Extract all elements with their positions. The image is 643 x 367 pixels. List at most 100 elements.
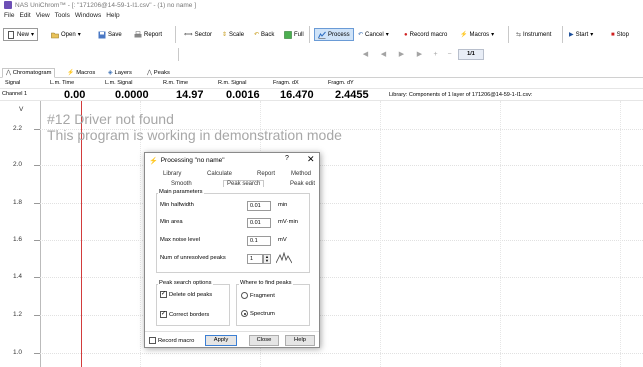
save-label: Save [108, 31, 122, 38]
tab-peak-search[interactable]: Peak search [223, 180, 265, 187]
correct-borders-checkbox[interactable]: ✓ Correct borders [160, 311, 209, 318]
max-noise-input[interactable]: 0.1 [247, 236, 271, 246]
unresolved-peaks-stepper[interactable]: ▲ ▼ [263, 254, 271, 264]
demo-mode-warning: This program is working in demonstration… [47, 127, 342, 143]
printer-icon [134, 30, 142, 37]
menu-edit[interactable]: Edit [19, 12, 30, 19]
tab-chromatogram[interactable]: ⋀ Chromatogram [2, 68, 56, 78]
tab-peak-edit[interactable]: Peak edit [290, 181, 315, 187]
y-tick-mark [34, 353, 40, 354]
y-tick-label: 2.2 [13, 125, 23, 132]
record-macro-checkbox[interactable]: Record macro [149, 337, 194, 344]
chromatogram-plot[interactable]: V 2.2 2.0 1.8 1.6 1.4 1.2 1.0 #12 Driver… [0, 101, 643, 367]
macros-tab-icon: ⚡ [67, 70, 75, 76]
radio-on-icon [241, 310, 248, 317]
close-button[interactable]: Close [249, 335, 279, 346]
full-button[interactable]: Full [280, 28, 308, 41]
tab-smooth[interactable]: Smooth [171, 181, 192, 187]
full-view-icon [284, 30, 292, 39]
spectrum-radio[interactable]: Spectrum [241, 310, 275, 317]
tab-layers[interactable]: ◈ Layers [105, 68, 135, 78]
next-page-icon[interactable]: ▶ [396, 49, 407, 59]
last-page-icon[interactable]: ▶ [414, 49, 425, 59]
cancel-label: Cancel [365, 31, 384, 38]
checkbox-empty-icon [149, 337, 156, 344]
fragm-dy-value: 2.4455 [335, 89, 369, 101]
tab-strip: ⋀ Chromatogram ⚡ Macros ◈ Layers ⋀ Peaks [0, 67, 643, 78]
fragment-radio[interactable]: Fragment [241, 292, 275, 299]
new-button[interactable]: New ▾ [3, 28, 39, 41]
rm-signal-value: 0.0016 [226, 89, 260, 101]
unresolved-peaks-input[interactable]: 1 [247, 254, 263, 264]
prev-page-icon[interactable]: ◀ [378, 49, 389, 59]
tab-macros-label: Macros [76, 70, 96, 76]
tab-library[interactable]: Library [163, 171, 181, 177]
where-to-find-group [236, 284, 310, 326]
grid-line [620, 101, 621, 367]
instrument-button[interactable]: ⇆ Instrument [512, 28, 555, 41]
report-label: Report [144, 31, 163, 38]
y-tick-label: 2.0 [13, 161, 23, 168]
min-area-input[interactable]: 0.01 [247, 218, 271, 228]
tab-macros[interactable]: ⚡ Macros [64, 68, 98, 78]
report-button[interactable]: Report [130, 28, 166, 41]
remove-page-icon[interactable]: − [444, 49, 455, 59]
toolbar-separator [508, 26, 509, 43]
tab-method[interactable]: Method [291, 171, 311, 177]
add-page-icon[interactable]: + [430, 49, 441, 59]
min-area-label: Min area [160, 219, 183, 225]
unresolved-peaks-icon [276, 252, 292, 264]
grid-line [40, 165, 643, 166]
start-button[interactable]: ▶ Start ▾ [565, 28, 597, 41]
toolbar: New ▾ Open ▾ Save Report ⟺ Sector ⇕ Scal… [0, 21, 643, 48]
menu-help[interactable]: Help [106, 12, 119, 19]
menu-view[interactable]: View [36, 12, 50, 19]
y-tick-label: 1.2 [13, 311, 23, 318]
cancel-button[interactable]: ↶ Cancel ▾ [354, 28, 393, 41]
title-bar: NAS UniChrom™ - [: "171206@14-59-1-I1.cs… [0, 0, 643, 10]
menu-windows[interactable]: Windows [75, 12, 101, 19]
save-button[interactable]: Save [94, 28, 126, 41]
process-button[interactable]: Process [314, 28, 354, 41]
navigation-row: ◀ ◀ ▶ ▶ + − 1/1 [178, 48, 643, 61]
delete-old-peaks-checkbox[interactable]: ✓ Delete old peaks [160, 291, 212, 298]
tab-peaks[interactable]: ⋀ Peaks [144, 68, 173, 78]
stop-button[interactable]: ■ Stop [607, 28, 633, 41]
dialog-close-button[interactable]: ✕ [307, 154, 315, 165]
scale-button[interactable]: ⇕ Scale [218, 28, 248, 41]
scale-icon: ⇕ [222, 32, 228, 38]
y-axis-line [40, 101, 41, 367]
min-halfwidth-unit: min [278, 202, 288, 208]
header-rm-signal: R.m. Signal [218, 80, 247, 86]
tab-calculate[interactable]: Calculate [207, 171, 232, 177]
scale-label: Scale [229, 31, 245, 38]
menu-tools[interactable]: Tools [55, 12, 70, 19]
dialog-help-button[interactable]: ? [285, 155, 289, 162]
open-button[interactable]: Open ▾ [47, 28, 85, 41]
tab-report[interactable]: Report [257, 171, 275, 177]
checkmark-icon: ✓ [160, 311, 167, 318]
record-macro-button[interactable]: ● Record macro [400, 28, 451, 41]
lm-signal-value: 0.0000 [115, 89, 149, 101]
help-button[interactable]: Help [285, 335, 315, 346]
first-page-icon[interactable]: ◀ [360, 49, 371, 59]
fragm-dx-value: 16.470 [280, 89, 314, 101]
macros-button[interactable]: ⚡ Macros ▾ [456, 28, 498, 41]
macros-dropdown-icon: ▾ [491, 32, 495, 38]
cancel-dropdown-icon: ▾ [385, 32, 389, 38]
grid-line [40, 203, 643, 204]
driver-warning: #12 Driver not found [47, 111, 174, 127]
new-label: New [17, 31, 30, 38]
sector-button[interactable]: ⟺ Sector [180, 28, 216, 41]
menu-file[interactable]: File [4, 12, 14, 19]
back-button[interactable]: ↶ Back [250, 28, 278, 41]
dialog-footer-divider [145, 331, 319, 332]
back-icon: ↶ [254, 32, 260, 38]
toolbar-separator [309, 26, 310, 43]
library-label: Library: Components of 1 layer of 171206… [389, 92, 533, 98]
page-indicator: 1/1 [458, 49, 484, 60]
apply-button[interactable]: Apply [205, 335, 237, 346]
min-halfwidth-input[interactable]: 0.01 [247, 201, 271, 211]
checkmark-icon: ✓ [160, 291, 167, 298]
sector-label: Sector [194, 31, 212, 38]
